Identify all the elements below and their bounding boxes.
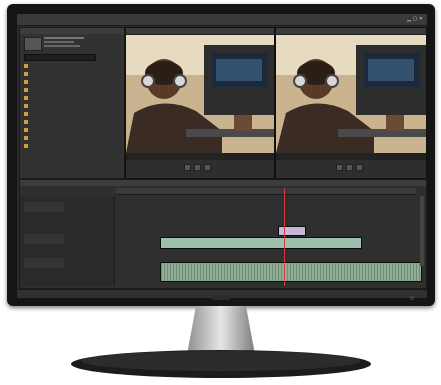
title-clip[interactable] — [278, 226, 306, 236]
folder-icon — [24, 112, 28, 116]
play-icon[interactable] — [346, 164, 353, 171]
video-clip[interactable] — [160, 237, 362, 249]
playhead[interactable] — [284, 188, 285, 286]
step-back-icon[interactable] — [336, 164, 343, 171]
list-item[interactable] — [24, 144, 120, 149]
timeline-scrollbar[interactable] — [420, 196, 424, 266]
list-item[interactable] — [24, 136, 120, 141]
list-item[interactable] — [24, 104, 120, 109]
list-item[interactable] — [24, 64, 120, 69]
source-monitor — [125, 27, 275, 179]
folder-icon — [24, 136, 28, 140]
monitor-stand — [71, 306, 371, 378]
folder-icon — [24, 96, 28, 100]
list-item[interactable] — [24, 88, 120, 93]
project-panel-tabs[interactable] — [20, 28, 124, 34]
folder-icon — [24, 120, 28, 124]
step-forward-icon[interactable] — [356, 164, 363, 171]
project-search-field[interactable] — [24, 54, 96, 61]
program-transport-bar — [276, 160, 426, 178]
list-item[interactable] — [24, 96, 120, 101]
clip-info-lines — [44, 37, 94, 49]
source-video-frame — [126, 35, 274, 153]
track-header-video[interactable] — [24, 202, 64, 212]
time-ruler[interactable] — [116, 188, 416, 195]
folder-icon — [24, 80, 28, 84]
list-item[interactable] — [24, 128, 120, 133]
list-item[interactable] — [24, 72, 120, 77]
audio-clip[interactable] — [160, 262, 422, 282]
folder-icon — [24, 72, 28, 76]
play-icon[interactable] — [194, 164, 201, 171]
program-monitor-tabs[interactable] — [276, 28, 426, 34]
list-item[interactable] — [24, 80, 120, 85]
track-header-audio[interactable] — [24, 234, 64, 244]
source-transport-bar — [126, 160, 274, 178]
track-headers — [20, 196, 115, 286]
program-monitor — [275, 27, 427, 179]
window-controls[interactable]: ▁ ▢ ✕ — [407, 16, 423, 22]
clip-thumbnail — [24, 37, 42, 51]
timeline-tabs[interactable] — [20, 180, 426, 186]
project-panel — [19, 27, 125, 179]
step-forward-icon[interactable] — [204, 164, 211, 171]
track-header-audio[interactable] — [24, 258, 64, 268]
menu-bar: ▁ ▢ ✕ — [17, 14, 427, 26]
computer-monitor: ▁ ▢ ✕ — [7, 4, 435, 306]
folder-icon — [24, 144, 28, 148]
source-monitor-tabs[interactable] — [126, 28, 274, 34]
list-item[interactable] — [24, 120, 120, 125]
timeline-panel — [19, 179, 427, 289]
step-back-icon[interactable] — [184, 164, 191, 171]
list-item[interactable] — [24, 112, 120, 117]
project-bin-list[interactable] — [20, 64, 124, 164]
program-video-frame — [276, 35, 426, 153]
folder-icon — [24, 88, 28, 92]
folder-icon — [24, 128, 28, 132]
editor-screen: ▁ ▢ ✕ — [17, 14, 427, 298]
folder-icon — [24, 64, 28, 68]
folder-icon — [24, 104, 28, 108]
